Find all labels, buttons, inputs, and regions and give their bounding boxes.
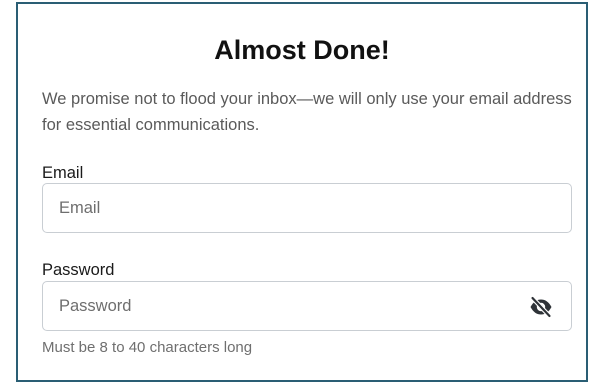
email-input[interactable] [43, 184, 571, 232]
signup-card: Almost Done! We promise not to flood you… [16, 2, 588, 382]
password-hint: Must be 8 to 40 characters long [42, 339, 253, 356]
eye-slash-icon[interactable] [529, 295, 553, 319]
page-title: Almost Done! [214, 35, 390, 65]
email-label: Email [42, 164, 84, 182]
subtitle-text: We promise not to flood your inbox—we wi… [42, 90, 572, 134]
password-input[interactable] [43, 282, 571, 330]
password-field-wrapper [42, 281, 572, 331]
password-label: Password [42, 261, 115, 279]
email-field-wrapper [42, 183, 572, 233]
